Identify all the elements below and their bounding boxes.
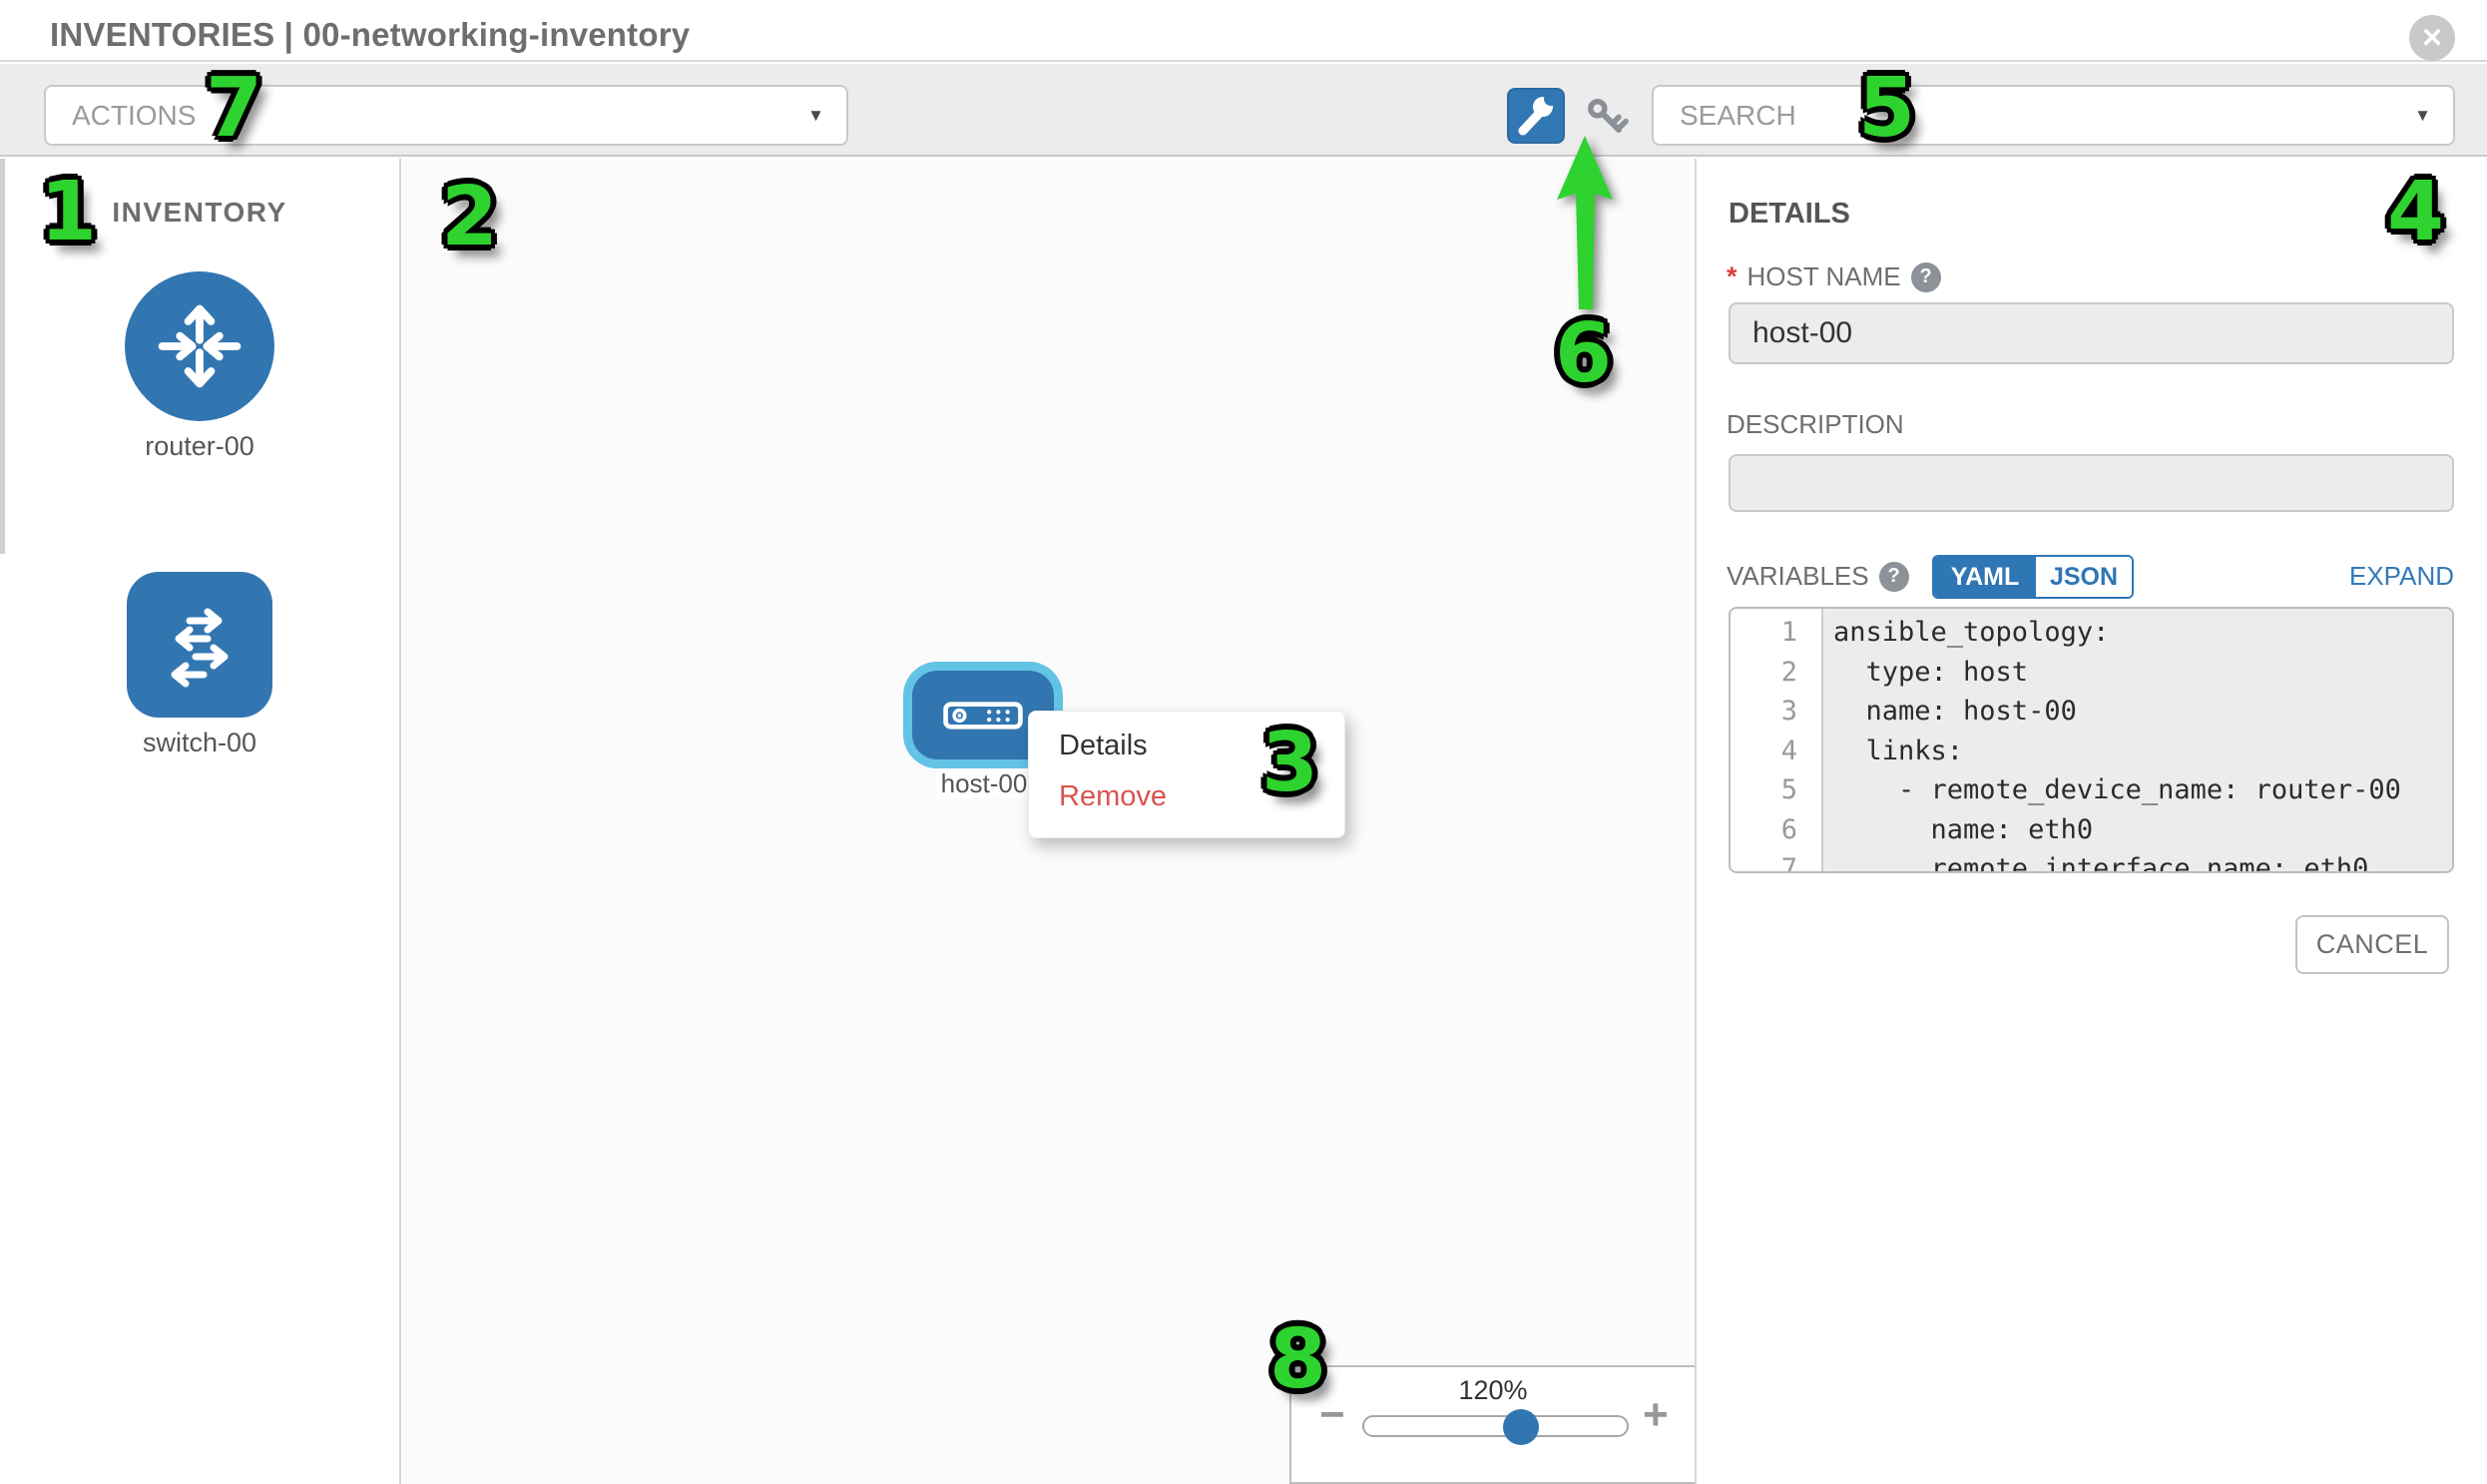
line-number: 2: [1731, 653, 1811, 693]
inventory-item-router[interactable]: router-00: [0, 271, 399, 462]
cancel-button[interactable]: CANCEL: [2295, 915, 2449, 974]
code-line: 3 name: host-00: [1731, 692, 2452, 732]
zoom-slider-track[interactable]: [1362, 1415, 1629, 1437]
host-icon: [943, 702, 1023, 730]
line-number: 5: [1731, 770, 1811, 810]
zoom-slider-handle[interactable]: [1503, 1409, 1539, 1445]
inventory-sidebar: INVENTORY router-00: [0, 159, 401, 1484]
line-text: remote_interface_name: eth0: [1811, 849, 2368, 873]
line-text: - remote_device_name: router-00: [1811, 770, 2401, 810]
variables-format-toggle: YAML JSON: [1932, 555, 2134, 599]
line-number: 7: [1731, 849, 1811, 873]
line-number: 4: [1731, 732, 1811, 771]
host-name-label-row: * HOST NAME ?: [1727, 261, 1941, 292]
variables-code-editor[interactable]: 1 ansible_topology: 2 type: host 3 name:…: [1729, 607, 2454, 873]
required-marker: *: [1727, 261, 1738, 292]
switch-icon: [150, 595, 249, 695]
description-input[interactable]: [1729, 454, 2454, 512]
chevron-down-icon: ▼: [807, 106, 824, 126]
page-title: INVENTORIES | 00-networking-inventory: [50, 16, 690, 54]
close-icon[interactable]: ✕: [2409, 15, 2455, 61]
annotation-1: 1: [40, 172, 97, 253]
router-node-label: router-00: [0, 431, 399, 462]
line-number: 6: [1731, 810, 1811, 850]
router-icon: [148, 294, 251, 398]
chevron-down-icon: ▼: [2414, 106, 2431, 126]
app-header: INVENTORIES | 00-networking-inventory ✕: [0, 0, 2487, 62]
details-panel-title: DETAILS: [1729, 198, 1850, 231]
host-node-label: host-00: [936, 768, 1032, 798]
line-number: 1: [1731, 613, 1811, 653]
variables-label-row: VARIABLES ?: [1727, 561, 1909, 592]
line-number: 3: [1731, 692, 1811, 732]
host-name-input[interactable]: [1729, 302, 2454, 364]
toolbar: ACTIONS ▼ SEARCH ▼: [0, 64, 2487, 157]
actions-placeholder: ACTIONS: [72, 100, 196, 132]
annotation-4: 4: [2387, 172, 2444, 253]
green-up-arrow: [1543, 130, 1633, 319]
annotation-2: 2: [441, 177, 498, 258]
code-line: 1 ansible_topology:: [1731, 613, 2452, 653]
code-line: 6 name: eth0: [1731, 810, 2452, 850]
search-dropdown[interactable]: SEARCH ▼: [1652, 85, 2455, 146]
search-placeholder: SEARCH: [1680, 100, 1796, 132]
router-node[interactable]: [125, 271, 274, 421]
zoom-control-panel: 120% − +: [1289, 1365, 1695, 1484]
code-line: 2 type: host: [1731, 653, 2452, 693]
help-icon[interactable]: ?: [1911, 262, 1941, 292]
inventory-topology-screen: INVENTORIES | 00-networking-inventory ✕ …: [0, 0, 2487, 1484]
line-text: ansible_topology:: [1811, 613, 2109, 653]
variables-label: VARIABLES: [1727, 561, 1869, 592]
annotation-6: 6: [1555, 313, 1612, 395]
toggle-yaml[interactable]: YAML: [1934, 557, 2036, 597]
host-name-label: HOST NAME: [1747, 261, 1901, 292]
help-icon[interactable]: ?: [1879, 562, 1909, 592]
annotation-5: 5: [1858, 68, 1915, 150]
switch-node-label: switch-00: [0, 728, 399, 758]
description-label: DESCRIPTION: [1727, 409, 1904, 440]
line-text: name: host-00: [1811, 692, 2077, 732]
line-text: links:: [1811, 732, 1963, 771]
actions-dropdown[interactable]: ACTIONS ▼: [44, 85, 848, 146]
annotation-8: 8: [1269, 1319, 1326, 1401]
code-lines: 1 ansible_topology: 2 type: host 3 name:…: [1731, 613, 2452, 873]
annotation-7: 7: [206, 68, 262, 150]
code-line: 4 links:: [1731, 732, 2452, 771]
line-text: type: host: [1811, 653, 2028, 693]
zoom-in-button[interactable]: +: [1643, 1393, 1669, 1437]
description-label-row: DESCRIPTION: [1727, 409, 1904, 440]
expand-link[interactable]: EXPAND: [2349, 561, 2454, 592]
code-line: 5 - remote_device_name: router-00: [1731, 770, 2452, 810]
toggle-json[interactable]: JSON: [2036, 557, 2132, 597]
zoom-level-readout: 120%: [1291, 1375, 1695, 1406]
inventory-item-switch[interactable]: switch-00: [0, 572, 399, 758]
switch-node[interactable]: [127, 572, 272, 718]
line-text: name: eth0: [1811, 810, 2093, 850]
annotation-3: 3: [1261, 723, 1318, 804]
code-line: 7 remote_interface_name: eth0: [1731, 849, 2452, 873]
